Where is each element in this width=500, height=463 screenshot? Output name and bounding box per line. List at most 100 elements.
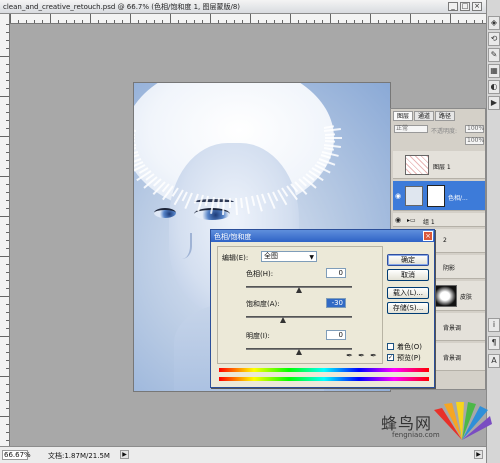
close-icon[interactable]: × <box>423 231 433 241</box>
layer-row-selected[interactable]: ◉ 色相/... <box>393 181 485 211</box>
nose <box>172 233 192 259</box>
opacity-label: 不透明度: <box>431 128 458 135</box>
lightness-slider-thumb[interactable] <box>296 349 302 355</box>
ruler-tick <box>162 20 163 23</box>
ruler-tick <box>42 20 43 23</box>
opacity-field[interactable]: 100% <box>465 125 484 133</box>
hue-label: 色相(H): <box>246 270 274 278</box>
ruler-tick <box>6 168 9 169</box>
ruler-tick <box>6 392 9 393</box>
ruler-tick <box>50 14 51 23</box>
document-titlebar[interactable]: clean_and_creative_retouch.psd @ 66.7% (… <box>0 0 486 14</box>
ruler-tick <box>6 264 9 265</box>
layer-name: 阴影 <box>443 265 456 272</box>
adjustment-icon <box>405 186 423 206</box>
tab-channels[interactable]: 通道 <box>414 111 435 121</box>
ruler-tick <box>6 384 9 385</box>
cancel-button[interactable]: 取消 <box>387 269 429 281</box>
fill-field[interactable]: 100% <box>465 137 484 145</box>
ruler-tick <box>6 432 9 433</box>
ruler-tick <box>6 368 9 369</box>
ruler-tick <box>6 40 9 41</box>
ok-button[interactable]: 确定 <box>387 254 429 266</box>
saturation-slider-track[interactable] <box>246 316 352 318</box>
styles-icon[interactable]: ◐ <box>488 80 500 94</box>
edit-range-select[interactable]: 全图 ▼ <box>261 251 317 262</box>
edit-range-value: 全图 <box>264 252 278 260</box>
paragraph-icon[interactable]: ¶ <box>488 336 500 350</box>
fur-strand <box>229 198 231 208</box>
eye-icon[interactable]: ◉ <box>395 216 403 224</box>
dialog-titlebar[interactable]: 色相/饱和度 × <box>211 230 434 242</box>
ruler-tick <box>346 20 347 23</box>
actions-icon[interactable]: ▶ <box>488 96 500 110</box>
ruler-tick <box>6 440 9 441</box>
history-icon[interactable]: ⟲ <box>488 32 500 46</box>
ruler-tick <box>482 20 483 23</box>
maximize-icon[interactable]: □ <box>460 2 470 11</box>
ruler-tick <box>250 14 251 23</box>
swatches-icon[interactable]: ▦ <box>488 64 500 78</box>
layer-name: 2 <box>443 237 447 244</box>
character-icon[interactable]: A <box>488 354 500 368</box>
saturation-slider-thumb[interactable] <box>280 317 287 323</box>
eyedropper-minus-icon[interactable]: ✒ <box>369 351 378 360</box>
ruler-tick <box>6 304 9 305</box>
ruler-tick <box>138 20 139 23</box>
load-button[interactable]: 载入(L)... <box>387 287 429 299</box>
folder-icon: ▸▭ <box>407 217 416 224</box>
hue-input[interactable]: 0 <box>326 268 346 278</box>
ruler-tick <box>6 32 9 33</box>
scroll-right-icon-end[interactable]: ▶ <box>474 450 483 459</box>
lightness-label: 明度(I): <box>246 332 270 340</box>
eyedropper-plus-icon[interactable]: ✒ <box>357 351 366 360</box>
blend-mode-select[interactable]: 正常 <box>394 125 428 133</box>
eye-icon[interactable]: ◉ <box>395 192 403 200</box>
info-icon[interactable]: i <box>488 318 500 332</box>
layer-mask-thumbnail[interactable] <box>427 185 445 207</box>
tab-paths[interactable]: 路径 <box>435 111 456 121</box>
right-eye <box>154 208 176 218</box>
ruler-tick <box>242 20 243 23</box>
ruler-tick <box>6 312 9 313</box>
document-info[interactable]: 文档:1.87M/21.5M <box>48 451 110 461</box>
horizontal-ruler[interactable] <box>10 14 486 24</box>
ruler-tick <box>314 20 315 23</box>
lightness-input[interactable]: 0 <box>326 330 346 340</box>
eyedropper-icon[interactable]: ✒ <box>345 351 354 360</box>
navigator-icon[interactable]: ◈ <box>488 16 500 30</box>
ruler-tick <box>0 136 9 137</box>
fur-strand <box>324 132 335 136</box>
watermark-url: fengniao.com <box>392 431 440 439</box>
ruler-tick <box>114 20 115 23</box>
ruler-tick <box>74 20 75 23</box>
ruler-tick <box>282 20 283 23</box>
ruler-tick <box>298 20 299 23</box>
colorize-checkbox[interactable] <box>387 343 394 350</box>
ruler-tick <box>210 14 211 23</box>
ruler-tick <box>0 216 9 217</box>
layer-group-row[interactable]: ◉ ▸▭ 组 1 <box>393 213 485 227</box>
ruler-tick <box>6 352 9 353</box>
ruler-tick <box>6 240 9 241</box>
ruler-tick <box>6 64 9 65</box>
save-button[interactable]: 存储(S)... <box>387 302 429 314</box>
minimize-icon[interactable]: _ <box>448 2 458 11</box>
layer-name: 图层 1 <box>433 164 451 171</box>
fur-strand <box>234 197 238 215</box>
saturation-input[interactable]: -30 <box>326 298 346 308</box>
tab-layers[interactable]: 图层 <box>393 111 414 121</box>
vertical-ruler[interactable] <box>0 14 10 446</box>
brush-icon[interactable]: ✎ <box>488 48 500 62</box>
scroll-right-icon[interactable]: ▶ <box>120 450 129 459</box>
ruler-tick <box>386 20 387 23</box>
close-icon[interactable]: × <box>472 2 482 11</box>
hue-slider-thumb[interactable] <box>296 287 302 293</box>
layer-row[interactable]: 图层 1 <box>393 151 485 179</box>
ruler-tick <box>6 192 9 193</box>
saturation-label: 饱和度(A): <box>246 300 280 308</box>
zoom-field[interactable]: 66.67% <box>2 450 31 460</box>
ruler-tick <box>6 160 9 161</box>
preview-checkbox[interactable]: ✓ <box>387 354 394 361</box>
ruler-tick <box>0 96 9 97</box>
